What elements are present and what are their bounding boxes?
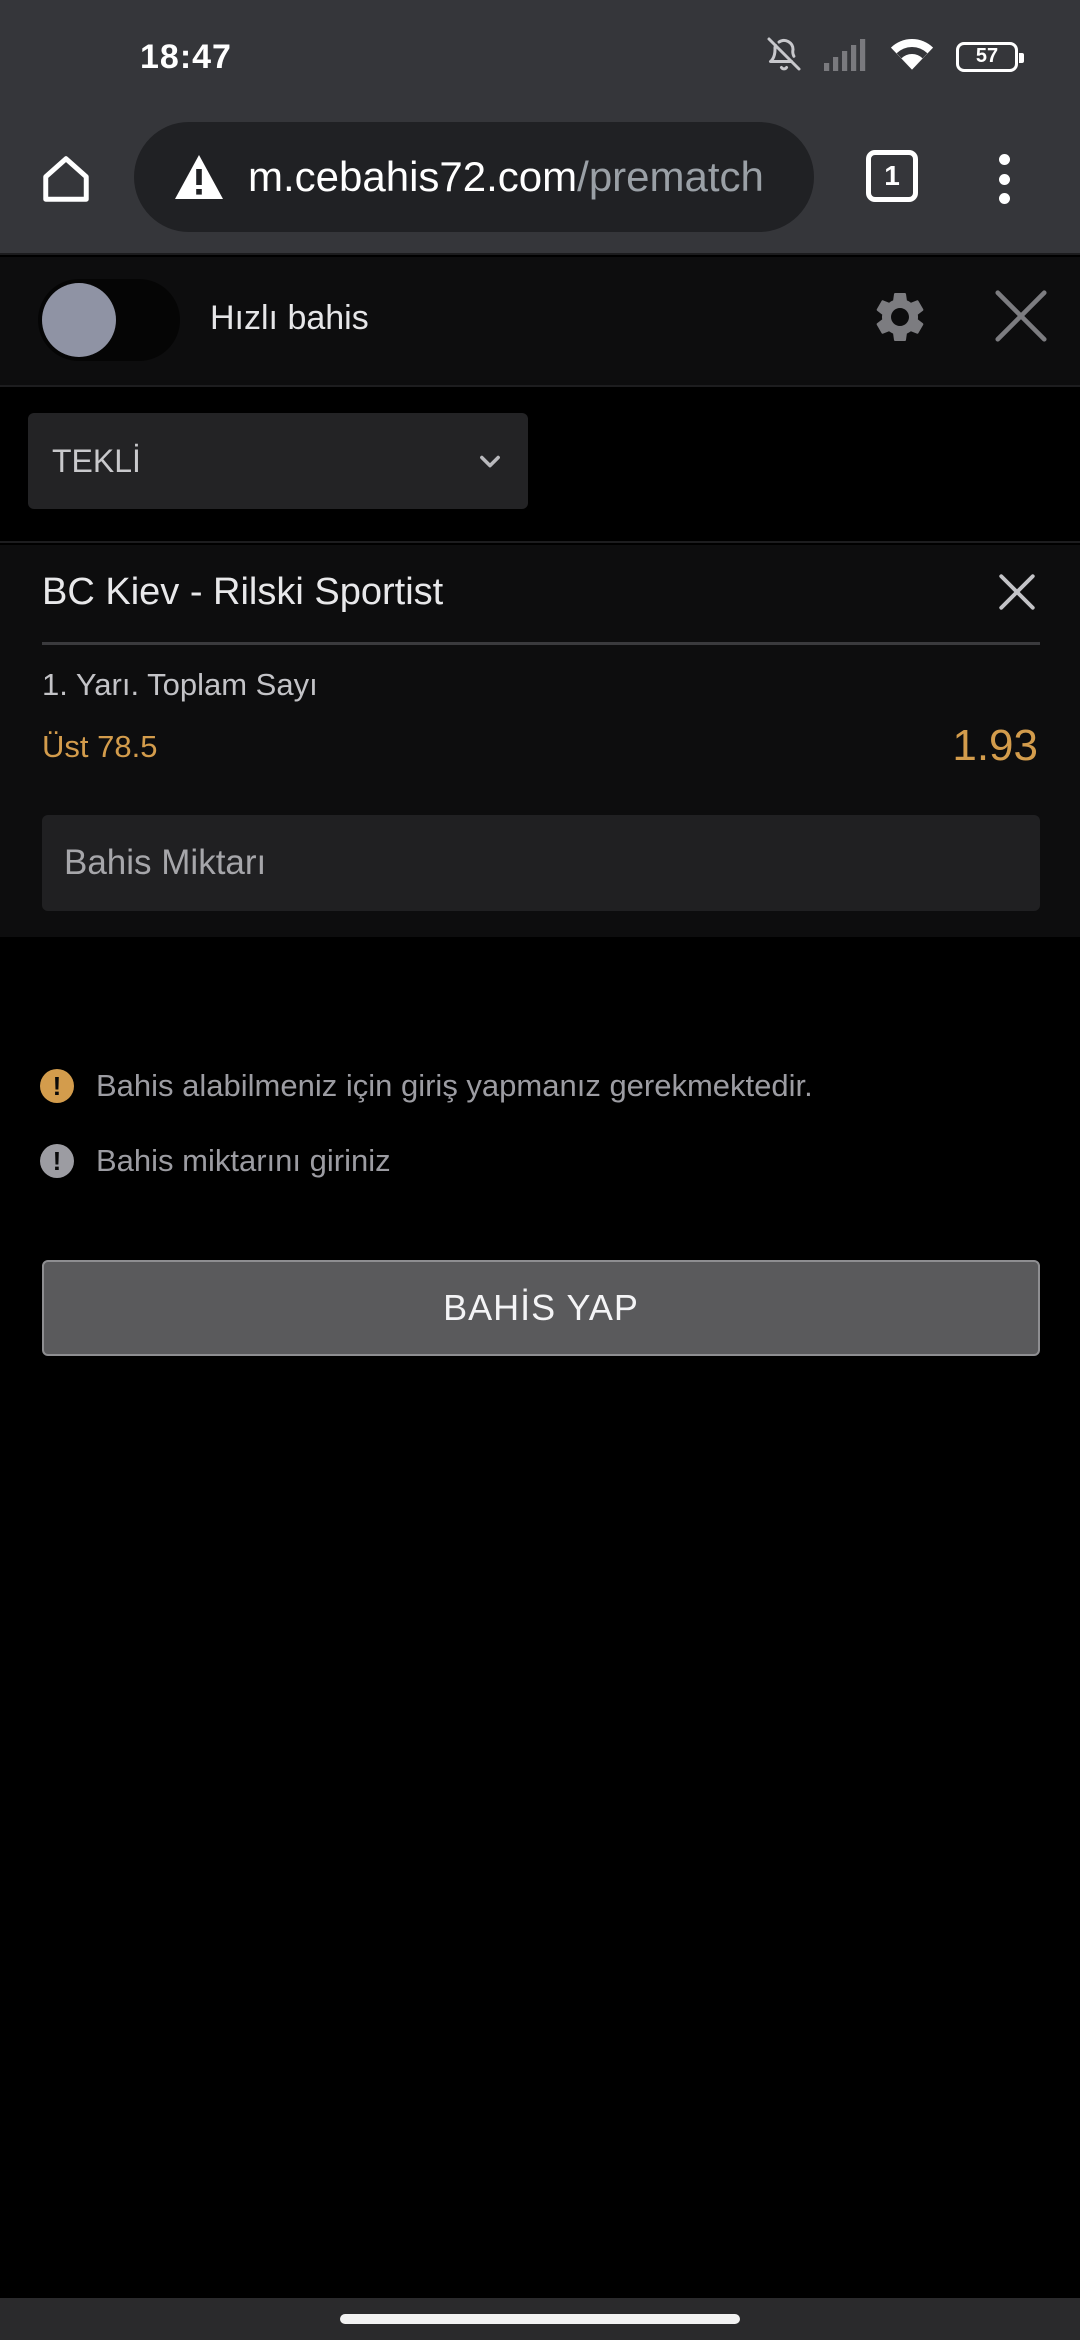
bet-type-select[interactable]: TEKLİ	[28, 413, 528, 509]
url-path: /prematch	[577, 153, 764, 200]
quick-bet-toggle[interactable]	[38, 279, 180, 361]
bet-card: BC Kiev - Rilski Sportist 1. Yarı. Topla…	[0, 545, 1080, 937]
toggle-knob	[42, 283, 116, 357]
warning-icon[interactable]	[172, 150, 226, 204]
battery-level: 57	[975, 45, 999, 67]
chevron-down-icon	[480, 455, 500, 468]
url-bar[interactable]: m.cebahis72.com/prematch	[134, 122, 814, 232]
quick-bet-label: Hızlı bahis	[210, 299, 369, 337]
more-vert-icon[interactable]	[986, 144, 1022, 214]
battery-icon: 57	[956, 41, 1024, 72]
market-name: 1. Yarı. Toplam Sayı	[42, 667, 318, 702]
browser-toolbar: m.cebahis72.com/prematch 1	[0, 120, 1080, 255]
navigation-bar	[0, 2298, 1080, 2340]
home-button[interactable]	[36, 144, 96, 214]
odds-value: 1.93	[952, 721, 1038, 770]
home-indicator[interactable]	[340, 2314, 740, 2324]
match-title: BC Kiev - Rilski Sportist	[42, 571, 444, 613]
selection-name: Üst 78.5	[42, 729, 158, 764]
bet-type-row: TEKLİ	[0, 387, 1080, 543]
bet-type-value: TEKLİ	[52, 442, 141, 479]
message-text: Bahis alabilmeniz için giriş yapmanız ge…	[96, 1068, 813, 1103]
remove-bet-icon[interactable]	[996, 571, 1038, 613]
status-icons: 57	[766, 36, 1024, 77]
login-required-message: ! Bahis alabilmeniz için giriş yapmanız …	[40, 1068, 813, 1104]
tabs-icon[interactable]: 1	[866, 150, 918, 202]
betslip-header: Hızlı bahis	[0, 257, 1080, 387]
close-betslip-icon[interactable]	[990, 285, 1052, 347]
url-text[interactable]: m.cebahis72.com/prematch	[248, 153, 764, 201]
info-circle-icon: !	[40, 1144, 74, 1178]
stake-input[interactable]	[42, 815, 1040, 911]
status-bar: 18:47 57	[0, 0, 1080, 120]
wifi-icon	[890, 37, 934, 76]
signal-icon	[824, 37, 868, 76]
warning-circle-icon: !	[40, 1069, 74, 1103]
bet-divider	[42, 642, 1040, 645]
message-text: Bahis miktarını giriniz	[96, 1143, 391, 1178]
gear-icon[interactable]	[870, 287, 930, 347]
home-icon	[43, 156, 89, 202]
url-host: m.cebahis72.com	[248, 153, 578, 200]
stake-required-message: ! Bahis miktarını giriniz	[40, 1143, 391, 1179]
status-time: 18:47	[140, 38, 232, 76]
bell-off-icon	[766, 36, 802, 77]
place-bet-button[interactable]: BAHİS YAP	[42, 1260, 1040, 1356]
